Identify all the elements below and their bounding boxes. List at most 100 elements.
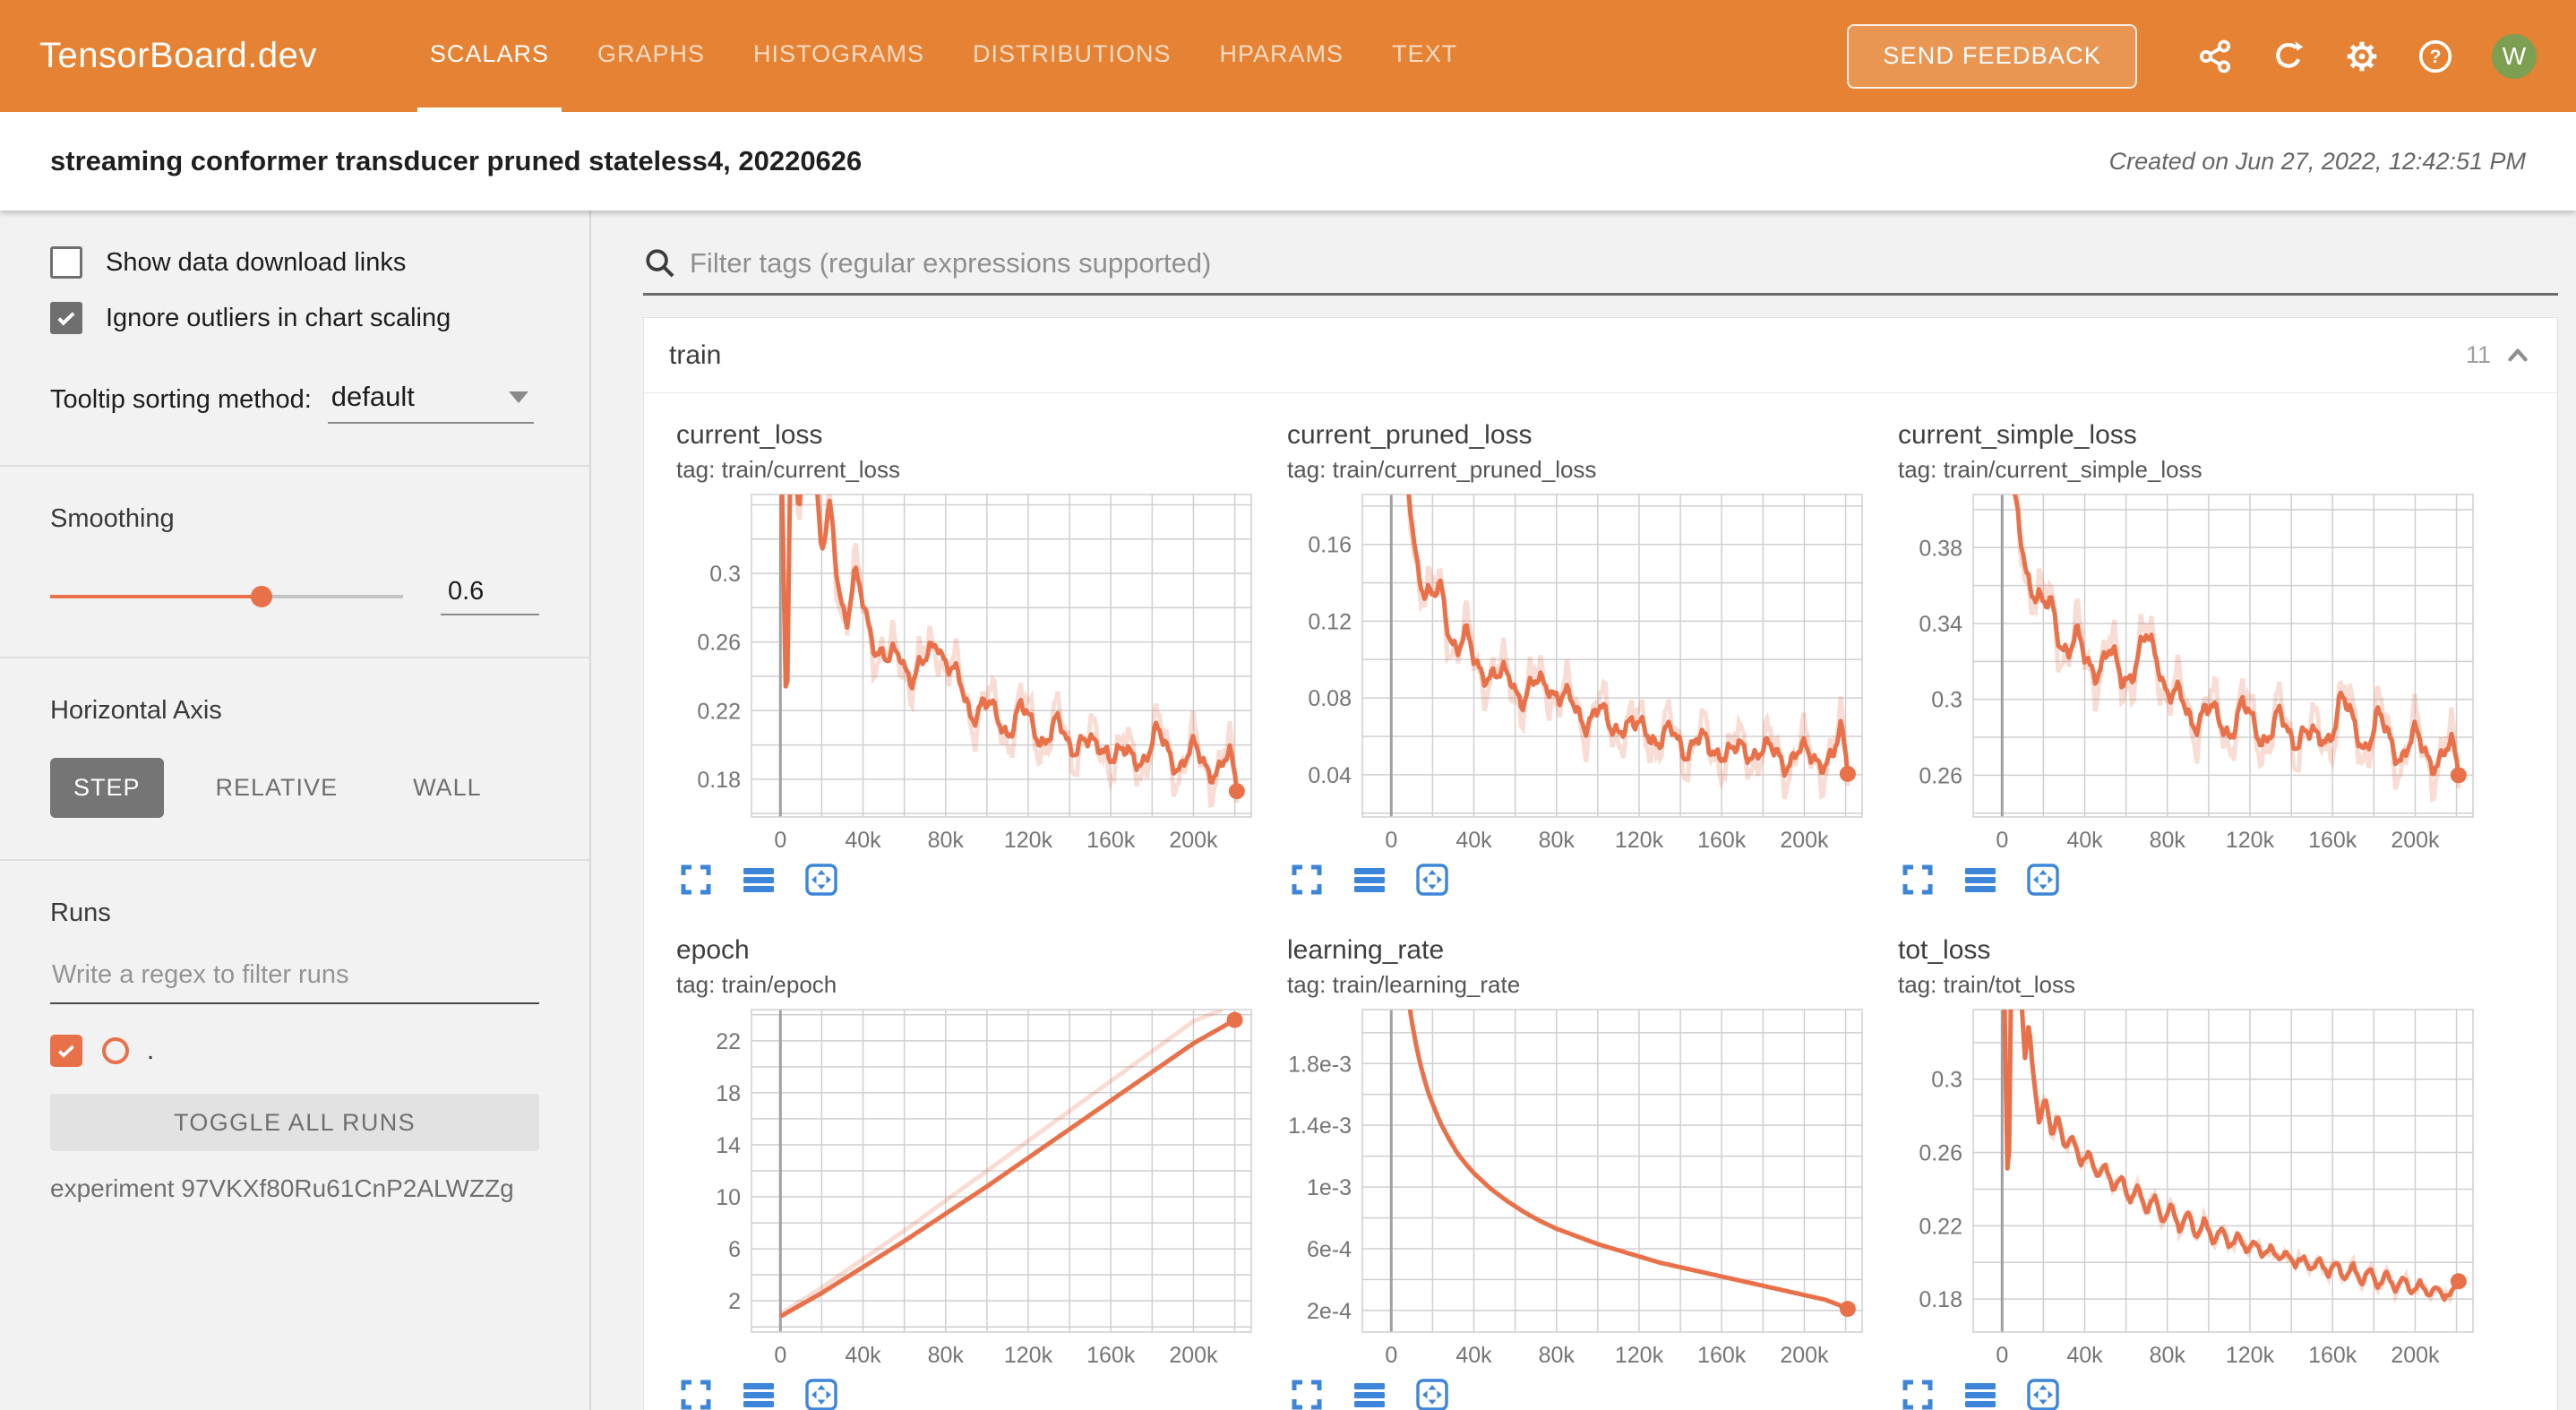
chart-toolbar [1287, 1375, 1889, 1410]
fit-domain-icon[interactable] [802, 860, 841, 899]
y-tick-label: 0.3 [709, 562, 741, 587]
settings-checkbox-row[interactable]: Ignore outliers in chart scaling [50, 302, 539, 334]
haxis-option-relative[interactable]: RELATIVE [193, 758, 362, 818]
search-icon [643, 246, 677, 280]
runs-menu-icon[interactable] [1961, 860, 2000, 899]
chart-svg-tot_loss[interactable]: 0.30.260.220.18040k80k120k160k200k [1898, 1002, 2480, 1371]
runs-label: Runs [50, 898, 539, 928]
settings-icon[interactable] [2344, 39, 2380, 74]
haxis-option-step[interactable]: STEP [50, 758, 164, 818]
runs-menu-icon[interactable] [1961, 1375, 2000, 1410]
x-tick-label: 0 [774, 828, 786, 853]
checkbox-checked[interactable] [50, 302, 82, 334]
x-tick-label: 0 [1996, 1343, 2008, 1368]
settings-sidebar: Show data download links Ignore outliers … [0, 211, 591, 1410]
tab-histograms[interactable]: HISTOGRAMS [741, 0, 937, 112]
horizontal-axis-label: Horizontal Axis [50, 696, 539, 726]
runs-menu-icon[interactable] [739, 1375, 778, 1410]
user-avatar[interactable]: W [2492, 34, 2537, 79]
slider-handle[interactable] [251, 586, 272, 607]
y-tick-label: 1e-3 [1307, 1175, 1352, 1200]
haxis-option-wall[interactable]: WALL [390, 758, 505, 818]
x-tick-label: 160k [1697, 828, 1747, 853]
tag-group-card: train 11 current_losstag: train/current_… [643, 317, 2558, 1410]
expand-icon[interactable] [676, 860, 716, 899]
horizontal-axis-options: STEP RELATIVE WALL [50, 758, 539, 818]
run-checkbox[interactable] [50, 1035, 82, 1067]
refresh-icon[interactable] [2271, 39, 2306, 74]
chart-toolbar [1898, 1375, 2500, 1410]
y-tick-label: 0.3 [1931, 1068, 1962, 1093]
expand-icon[interactable] [1287, 860, 1327, 899]
chart-svg-current_loss[interactable]: 0.30.260.220.18040k80k120k160k200k [676, 487, 1258, 856]
fit-domain-icon[interactable] [1413, 1375, 1452, 1410]
x-tick-label: 160k [2308, 828, 2357, 853]
x-tick-label: 80k [928, 1343, 965, 1368]
x-tick-label: 40k [845, 1343, 881, 1368]
tab-scalars[interactable]: SCALARS [417, 0, 562, 112]
y-tick-label: 6 [728, 1237, 741, 1262]
x-tick-label: 200k [1169, 828, 1218, 853]
smoothing-slider[interactable] [50, 595, 403, 598]
chart-svg-current_simple_loss[interactable]: 0.380.340.30.26040k80k120k160k200k [1898, 487, 2480, 856]
runs-menu-icon[interactable] [1350, 860, 1389, 899]
x-tick-label: 200k [1780, 828, 1829, 853]
tab-graphs[interactable]: GRAPHS [585, 0, 717, 112]
x-tick-label: 40k [2066, 828, 2103, 853]
tag-filter-row [643, 246, 2558, 296]
runs-filter-input[interactable] [50, 960, 539, 1004]
x-tick-label: 120k [1004, 1343, 1053, 1368]
chart-tag: tag: train/tot_loss [1898, 971, 2500, 999]
tab-distributions[interactable]: DISTRIBUTIONS [960, 0, 1184, 112]
chart-svg-epoch[interactable]: 2218141062040k80k120k160k200k [676, 1002, 1258, 1371]
app-header: TensorBoard.dev SCALARSGRAPHSHISTOGRAMSD… [0, 0, 2576, 112]
y-tick-label: 2e-4 [1307, 1299, 1352, 1324]
expand-icon[interactable] [1898, 1375, 1937, 1410]
raw-series-line [2002, 1002, 2459, 1299]
smoothed-series-line [780, 1020, 1234, 1317]
x-tick-label: 200k [1169, 1343, 1218, 1368]
tag-group-header[interactable]: train 11 [644, 318, 2557, 393]
expand-icon[interactable] [1287, 1375, 1327, 1410]
series-end-dot [1840, 766, 1856, 782]
tab-text[interactable]: TEXT [1379, 0, 1470, 112]
settings-checkbox-row[interactable]: Show data download links [50, 246, 539, 279]
run-list-item[interactable]: . [50, 1035, 539, 1067]
tab-hparams[interactable]: HPARAMS [1207, 0, 1357, 112]
check-icon [54, 305, 79, 331]
x-tick-label: 200k [2391, 1343, 2440, 1368]
checkbox-label: Ignore outliers in chart scaling [106, 304, 451, 333]
share-icon[interactable] [2197, 39, 2233, 74]
y-tick-label: 2 [728, 1289, 741, 1314]
chart-title: learning_rate [1287, 935, 1889, 966]
fit-domain-icon[interactable] [802, 1375, 841, 1410]
y-tick-label: 0.22 [1919, 1214, 1962, 1239]
y-tick-label: 1.8e-3 [1288, 1052, 1352, 1077]
fit-domain-icon[interactable] [1413, 860, 1452, 899]
y-tick-label: 18 [716, 1081, 741, 1106]
x-tick-label: 0 [1385, 1343, 1397, 1368]
chevron-down-icon [509, 391, 528, 403]
runs-menu-icon[interactable] [739, 860, 778, 899]
smoothing-value[interactable]: 0.6 [441, 577, 539, 615]
runs-menu-icon[interactable] [1350, 1375, 1389, 1410]
tag-group-name: train [669, 340, 721, 371]
y-tick-label: 0.18 [697, 768, 741, 793]
tooltip-sorting-select[interactable]: default [328, 381, 534, 424]
y-tick-label: 0.26 [1919, 763, 1962, 788]
y-tick-label: 1.4e-3 [1288, 1113, 1352, 1139]
chart-svg-learning_rate[interactable]: 1.8e-31.4e-31e-36e-42e-4040k80k120k160k2… [1287, 1002, 1869, 1371]
x-tick-label: 160k [1086, 828, 1136, 853]
help-icon[interactable]: ? [2417, 39, 2453, 74]
x-tick-label: 40k [1455, 828, 1492, 853]
chevron-up-icon[interactable] [2503, 341, 2532, 370]
send-feedback-button[interactable]: SEND FEEDBACK [1847, 24, 2137, 89]
fit-domain-icon[interactable] [2023, 1375, 2063, 1410]
chart-svg-current_pruned_loss[interactable]: 0.160.120.080.04040k80k120k160k200k [1287, 487, 1869, 856]
fit-domain-icon[interactable] [2023, 860, 2063, 899]
expand-icon[interactable] [1898, 860, 1937, 899]
toggle-all-runs-button[interactable]: TOGGLE ALL RUNS [50, 1094, 539, 1151]
expand-icon[interactable] [676, 1375, 716, 1410]
tag-filter-input[interactable] [690, 247, 2558, 279]
checkbox-unchecked[interactable] [50, 246, 82, 279]
